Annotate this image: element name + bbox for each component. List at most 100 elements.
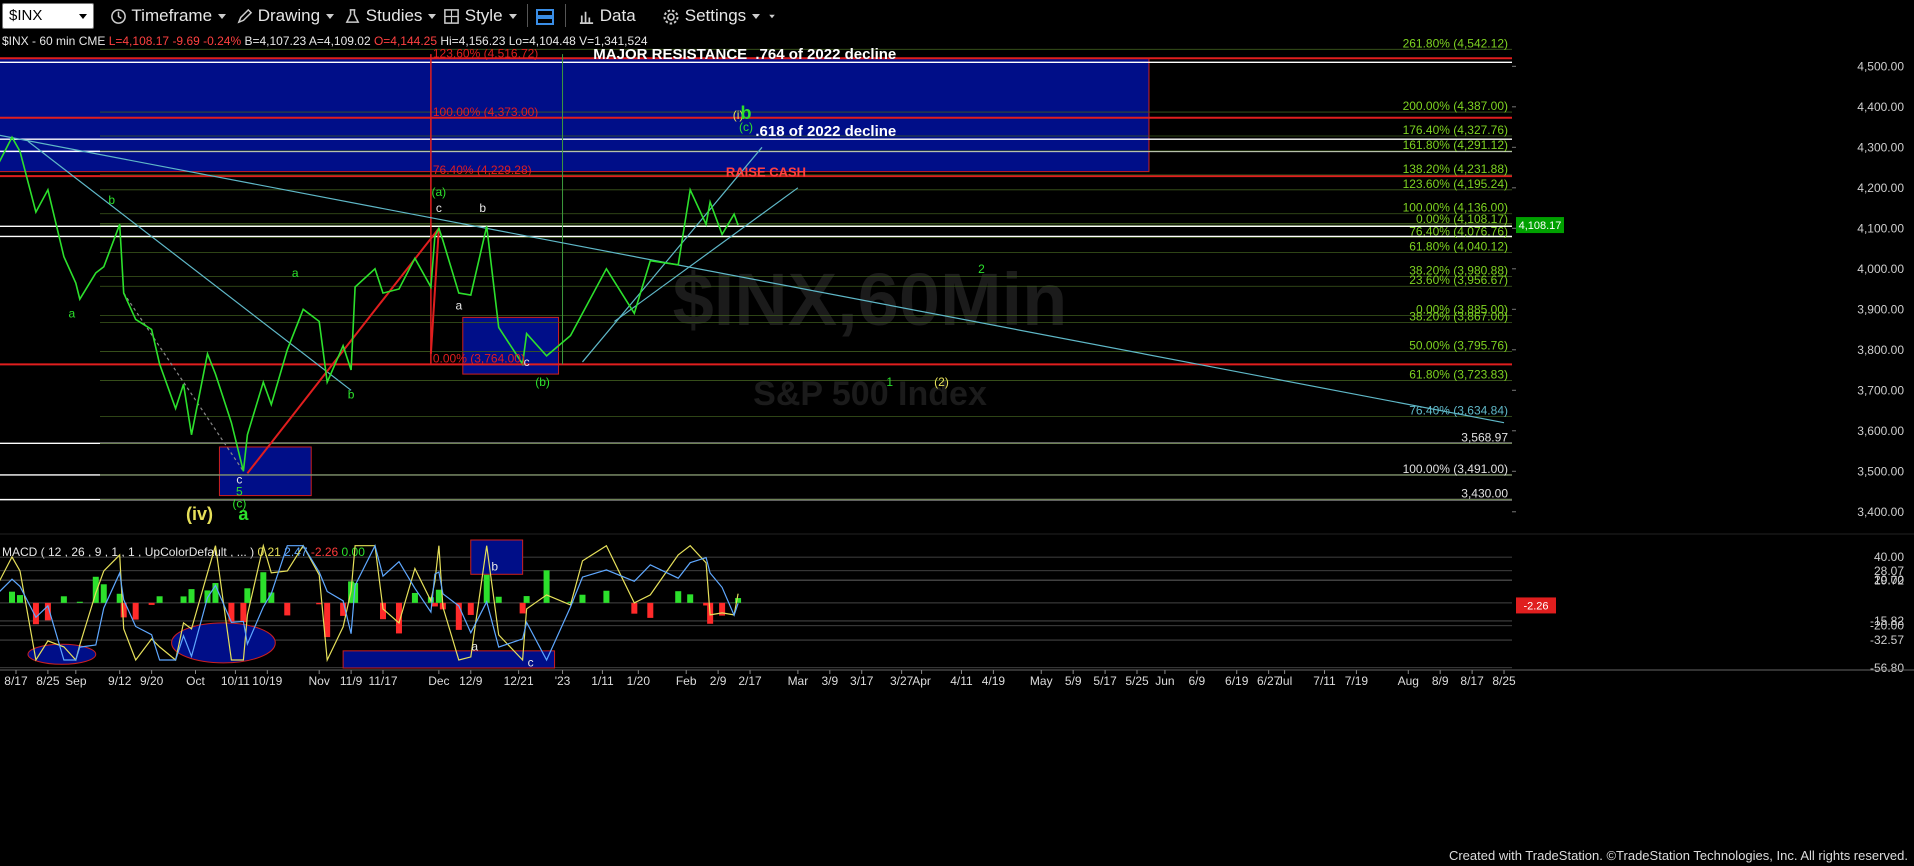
symbol-selector[interactable]: $INX [2, 3, 94, 29]
fib-label: 23.60% (3,956.67) [1409, 273, 1508, 287]
x-tick-label: 8/25 [1492, 674, 1516, 688]
fib-label: 138.20% (4,231.88) [1403, 162, 1508, 176]
x-tick-label: 7/11 [1313, 674, 1336, 688]
macd-histogram-bar [431, 602, 438, 607]
layout-button[interactable] [535, 0, 555, 31]
macd-histogram-bar [523, 596, 530, 603]
y-tick-label: 3,700.00 [1857, 383, 1904, 397]
timeframe-button[interactable]: Timeframe [110, 0, 227, 31]
wave-label: a [455, 298, 462, 312]
x-tick-label: 11/17 [368, 674, 397, 688]
x-tick-label: 1/20 [627, 674, 651, 688]
macd-histogram-bar [16, 595, 23, 603]
macd-y-label: -20.00 [1870, 619, 1904, 633]
x-tick-label: Jun [1155, 674, 1174, 688]
y-tick-label: 3,600.00 [1857, 424, 1904, 438]
studies-button[interactable]: Studies [344, 0, 437, 31]
settings-label: Settings [684, 6, 747, 25]
chevron-down-icon [79, 14, 87, 19]
y-tick-label: 3,500.00 [1857, 464, 1904, 478]
toolbar-divider [565, 4, 566, 27]
fib-label: 123.60% (4,195.24) [1403, 177, 1508, 191]
y-tick-label: 4,300.00 [1857, 140, 1904, 154]
chart-area[interactable]: $INX - 60 min CME L=4,108.17 -9.69 -0.24… [0, 31, 1914, 847]
x-tick-label: 8/17 [1460, 674, 1484, 688]
x-tick-label: 6/19 [1225, 674, 1249, 688]
drawing-button[interactable]: Drawing [236, 0, 335, 31]
drawing-label: Drawing [257, 6, 321, 25]
y-tick-label: 3,400.00 [1857, 505, 1904, 519]
macd-histogram-bar [483, 574, 490, 603]
annotation: .764 of 2022 decline [755, 46, 896, 63]
copyright-text: Created with TradeStation. ©TradeStation… [1448, 848, 1908, 863]
chevron-down-icon [428, 14, 437, 20]
x-tick-label: 3/9 [821, 674, 838, 688]
chevron-down-icon [508, 14, 517, 20]
data-button[interactable]: Data [578, 0, 636, 31]
chevron-down-icon [326, 14, 335, 20]
macd-histogram-bar [579, 594, 586, 603]
price-tag-label: 4,108.17 [1519, 220, 1562, 232]
fib-label: 76.40% (3,634.84) [1409, 404, 1508, 418]
macd-histogram-bar [148, 602, 155, 605]
studies-label: Studies [365, 6, 423, 25]
macd-box-label: b [491, 559, 498, 573]
macd-histogram-bar [9, 591, 15, 603]
x-tick-label: Apr [912, 674, 931, 688]
macd-histogram-bar [687, 594, 694, 603]
x-tick-label: Nov [309, 674, 330, 688]
macd-histogram-bar [180, 596, 187, 603]
x-tick-label: 8/9 [1432, 674, 1449, 688]
annotation: MAJOR RESISTANCE [593, 46, 747, 63]
x-tick-label: 8/17 [4, 674, 28, 688]
style-button[interactable]: Style [443, 0, 517, 31]
x-tick-label: 1/11 [591, 674, 614, 688]
x-tick-label: 12/21 [504, 674, 534, 688]
x-tick-label: Aug [1398, 674, 1419, 688]
macd-histogram-bar [244, 588, 251, 603]
x-tick-label: 5/17 [1093, 674, 1117, 688]
x-tick-label: 2/17 [738, 674, 762, 688]
wave-label: c [436, 201, 442, 215]
macd-histogram-bar [631, 602, 638, 614]
style-icon [444, 9, 459, 24]
macd-histogram-bar [411, 592, 418, 603]
price-panel: $INX - 60 min CME L=4,108.17 -9.69 -0.24… [0, 31, 1914, 847]
header-field: -0.24% [203, 34, 244, 48]
x-tick-label: 7/19 [1345, 674, 1369, 688]
macd-divergence-ellipse [171, 622, 276, 664]
macd-histogram-bar [675, 591, 682, 603]
fib-label: 3,568.97 [1461, 430, 1508, 444]
wave-label: a [238, 504, 249, 524]
layout-icon [536, 8, 554, 25]
settings-button[interactable]: Settings [662, 0, 776, 31]
y-tick-label: 4,200.00 [1857, 181, 1904, 195]
macd-histogram-bar [240, 602, 247, 623]
flask-icon [345, 9, 360, 23]
x-tick-label: Oct [186, 674, 205, 688]
toolbar: $INX Timeframe Drawing Studies Style Dat… [0, 0, 1914, 32]
macd-histogram-bar [647, 602, 654, 618]
toolbar-divider [527, 4, 528, 27]
header-field: O=4,144.25 [374, 34, 440, 48]
fib-label: 76.40% (4,076.76) [1409, 225, 1508, 239]
x-tick-label: 10/11 [221, 674, 250, 688]
x-tick-label: 2/9 [710, 674, 727, 688]
x-tick-label: 5/9 [1065, 674, 1082, 688]
x-tick-label: 4/11 [950, 674, 973, 688]
x-tick-label: Feb [676, 674, 697, 688]
pencil-icon [237, 8, 253, 24]
fib-label-left: 123.60% (4,516.72) [433, 46, 538, 60]
macd-y-label: -56.80 [1870, 661, 1904, 675]
x-tick-label: 6/9 [1188, 674, 1205, 688]
annotation: RAISE CASH [726, 165, 806, 180]
status-bar: Created with TradeStation. ©TradeStation… [0, 847, 1914, 866]
wave-label: (c) [739, 120, 753, 134]
gear-icon [663, 9, 679, 25]
chevron-down-icon [752, 14, 761, 20]
x-tick-label: Dec [428, 674, 449, 688]
wave-label: b [108, 193, 115, 207]
macd-histogram-bar [260, 572, 267, 603]
macd-histogram-bar [284, 602, 291, 616]
timeframe-label: Timeframe [131, 6, 213, 25]
